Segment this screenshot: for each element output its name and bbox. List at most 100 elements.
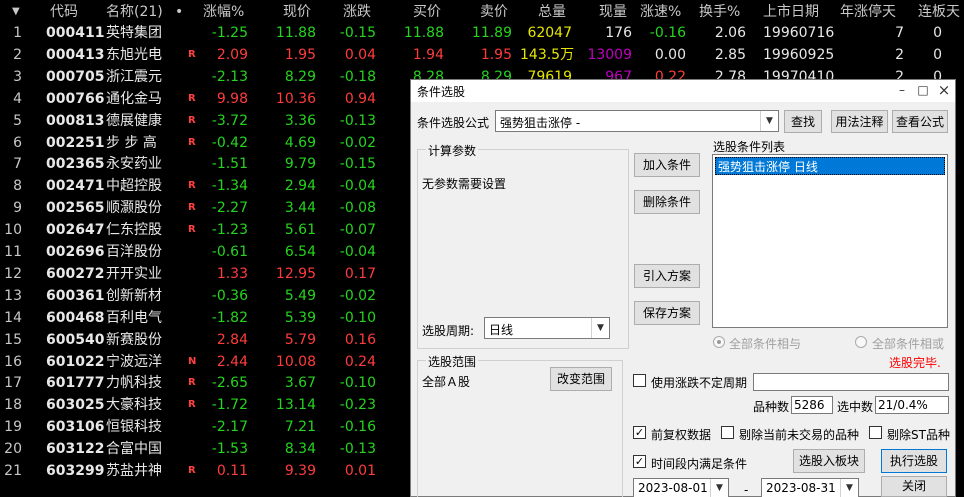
col-name[interactable]: 名称(21) bbox=[106, 2, 163, 22]
row-index: 10 bbox=[4, 222, 22, 239]
find-button[interactable]: 查找 bbox=[784, 110, 822, 133]
formula-select[interactable]: 强势狙击涨停 - ▼ bbox=[495, 110, 779, 132]
change: -0.10 bbox=[339, 375, 376, 392]
change-pct: -1.25 bbox=[211, 25, 248, 41]
table-row[interactable]: 2 000413 东旭光电 R 2.09 1.95 0.04 1.94 1.95 143.5万 13… bbox=[0, 44, 964, 66]
stock-code: 000766 bbox=[46, 90, 105, 107]
chevron-down-icon[interactable]: ▼ bbox=[710, 479, 728, 497]
row-index: 19 bbox=[4, 419, 22, 436]
chevron-down-icon[interactable]: ▼ bbox=[840, 479, 858, 497]
date-separator: - bbox=[744, 483, 749, 497]
change: -0.18 bbox=[339, 68, 376, 85]
col-vol[interactable]: 总量 bbox=[538, 2, 566, 22]
status-text: 选股完毕. bbox=[889, 356, 941, 370]
stock-code: 002251 bbox=[46, 134, 105, 151]
table-row[interactable]: 1 000411 英特集团 -1.25 11.88 -0.15 11.88 11.89 6204… bbox=[0, 22, 964, 44]
row-index: 20 bbox=[4, 441, 22, 458]
change: -0.23 bbox=[339, 397, 376, 414]
use-variable-period-checkbox[interactable] bbox=[633, 374, 646, 387]
add-to-block-button[interactable]: 选股入板块 bbox=[793, 449, 865, 473]
timerange-checkbox[interactable]: ✓ bbox=[633, 455, 646, 468]
change-pct: -1.34 bbox=[211, 178, 248, 195]
date-to-value: 2023-08-31 bbox=[766, 481, 836, 495]
date-from-picker[interactable]: 2023-08-01 ▼ bbox=[633, 478, 729, 497]
close-icon[interactable]: × bbox=[935, 82, 953, 98]
exclude-st-checkbox[interactable] bbox=[869, 426, 882, 439]
execute-button[interactable]: 执行选股 bbox=[881, 449, 947, 473]
delete-condition-button[interactable]: 删除条件 bbox=[634, 190, 700, 214]
col-code[interactable]: 代码 bbox=[50, 2, 78, 22]
radio-or[interactable] bbox=[855, 336, 867, 348]
close-button[interactable]: 关闭 bbox=[881, 476, 947, 497]
stock-name: 步 步 高 bbox=[106, 134, 157, 151]
col-price[interactable]: 现价 bbox=[283, 2, 311, 22]
current-volume: 13009 bbox=[587, 46, 632, 63]
ask-price: 11.89 bbox=[471, 25, 512, 41]
dialog-title: 条件选股 bbox=[417, 85, 466, 99]
stock-code: 002696 bbox=[46, 244, 105, 260]
count-value: 5286 bbox=[791, 396, 833, 414]
dialog-titlebar[interactable]: 条件选股 – □ × bbox=[411, 80, 955, 102]
row-index: 13 bbox=[4, 287, 22, 304]
change-scope-button[interactable]: 改变范围 bbox=[550, 367, 612, 391]
save-scheme-button[interactable]: 保存方案 bbox=[634, 301, 700, 325]
date-to-picker[interactable]: 2023-08-31 ▼ bbox=[761, 478, 859, 497]
stock-code: 002365 bbox=[46, 156, 105, 173]
view-formula-button[interactable]: 查看公式 bbox=[892, 110, 948, 133]
col-speed[interactable]: 涨速% bbox=[640, 2, 681, 22]
price: 3.44 bbox=[284, 200, 316, 217]
period-label: 选股周期: bbox=[422, 324, 475, 338]
col-list-date[interactable]: 上市日期 bbox=[763, 2, 819, 22]
date-from-value: 2023-08-01 bbox=[638, 481, 708, 495]
col-chg-pct[interactable]: 涨幅% bbox=[203, 2, 244, 22]
col-ask[interactable]: 卖价 bbox=[480, 2, 508, 22]
stock-code: 603122 bbox=[46, 441, 105, 458]
row-index: 14 bbox=[4, 309, 22, 326]
usage-notes-button[interactable]: 用法注释 bbox=[831, 110, 888, 133]
period-select[interactable]: 日线 ▼ bbox=[484, 317, 610, 339]
limit-up-days: 2 bbox=[895, 46, 904, 63]
row-index: 3 bbox=[13, 68, 22, 85]
exclude-notrade-checkbox[interactable] bbox=[721, 426, 734, 439]
condition-list-item[interactable]: 强势狙击涨停 日线 bbox=[715, 157, 945, 175]
stock-code: 601022 bbox=[46, 353, 105, 370]
price: 4.69 bbox=[284, 134, 316, 151]
change-pct: -1.72 bbox=[211, 397, 248, 414]
stock-name: 百洋股份 bbox=[106, 244, 162, 260]
stock-name: 仁东控股 bbox=[106, 222, 162, 239]
period-value: 日线 bbox=[489, 323, 514, 337]
prefq-checkbox[interactable]: ✓ bbox=[633, 426, 646, 439]
row-index: 9 bbox=[13, 200, 22, 217]
price: 2.94 bbox=[284, 178, 316, 195]
chevron-down-icon[interactable]: ▼ bbox=[760, 111, 778, 131]
scope-value: 全部Ａ股 bbox=[422, 375, 471, 389]
turnover-pct: 2.85 bbox=[714, 46, 746, 63]
price: 1.95 bbox=[284, 46, 316, 63]
col-turnover[interactable]: 换手% bbox=[699, 2, 740, 22]
col-limit-days[interactable]: 年涨停天 bbox=[840, 2, 896, 22]
col-bid[interactable]: 买价 bbox=[413, 2, 441, 22]
row-index: 6 bbox=[13, 134, 22, 151]
col-cur[interactable]: 现量 bbox=[599, 2, 627, 22]
consec-days: 0 bbox=[933, 46, 942, 63]
chevron-down-icon[interactable]: ▼ bbox=[591, 318, 609, 338]
variable-period-field[interactable] bbox=[753, 373, 949, 391]
stock-name: 宁波远洋 bbox=[106, 353, 162, 370]
import-scheme-button[interactable]: 引入方案 bbox=[634, 264, 700, 288]
sort-arrow-icon[interactable]: ▼ bbox=[12, 2, 20, 22]
add-condition-button[interactable]: 加入条件 bbox=[634, 153, 700, 177]
minimize-icon[interactable]: – bbox=[893, 82, 911, 98]
condition-list[interactable]: 强势狙击涨停 日线 bbox=[712, 154, 948, 328]
change-pct: -0.42 bbox=[211, 134, 248, 151]
stock-name: 德展健康 bbox=[106, 112, 162, 129]
radio-and[interactable] bbox=[713, 336, 725, 348]
col-chg[interactable]: 涨跌 bbox=[343, 2, 371, 22]
change-pct: 9.98 bbox=[216, 90, 248, 107]
price: 13.14 bbox=[275, 397, 316, 414]
change: -0.04 bbox=[339, 244, 376, 260]
row-index: 17 bbox=[4, 375, 22, 392]
turnover-pct: 2.06 bbox=[714, 25, 746, 41]
col-consec-days[interactable]: 连板天 bbox=[918, 2, 960, 22]
price: 5.79 bbox=[284, 331, 316, 348]
maximize-icon[interactable]: □ bbox=[914, 82, 932, 98]
